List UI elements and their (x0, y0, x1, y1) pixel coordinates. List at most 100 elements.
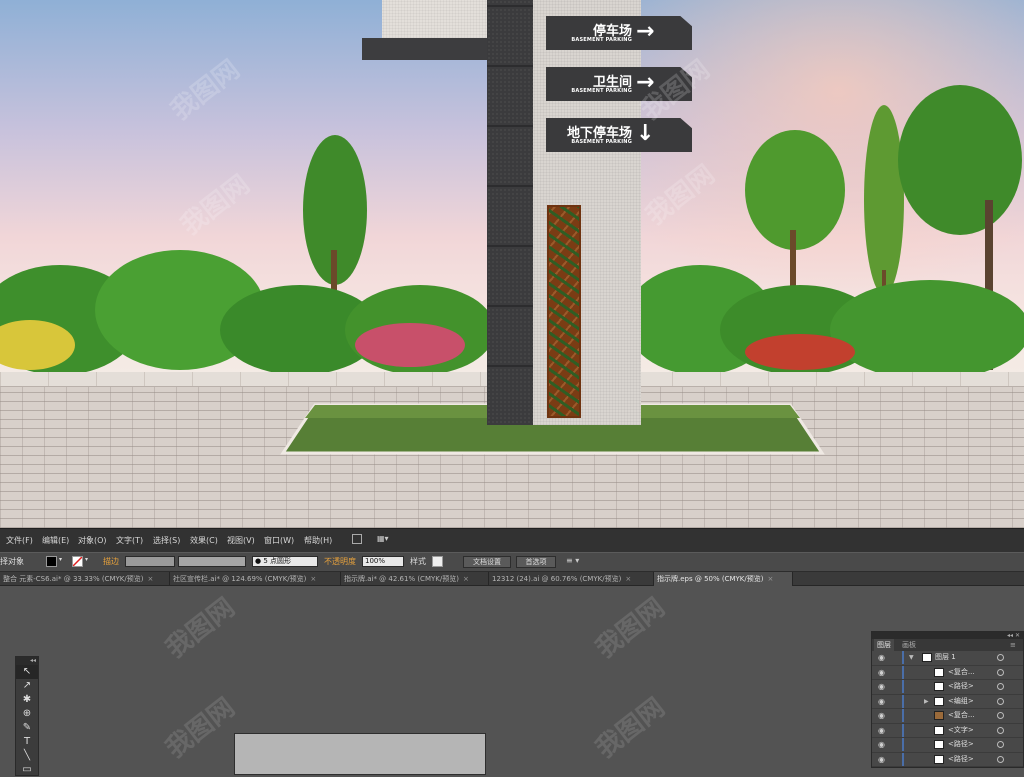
eye-icon[interactable]: ◉ (878, 651, 890, 664)
doc-tab[interactable]: 指示牌.ai* @ 42.61% (CMYK/预览) × (341, 572, 489, 586)
doc-tab-label: 指示牌.eps @ 50% (CMYK/预览) (657, 575, 764, 583)
doc-tab[interactable]: 12312 (24).ai @ 60.76% (CMYK/预览) × (489, 572, 654, 586)
expand-triangle-icon[interactable]: ▼ (909, 651, 914, 664)
eye-icon[interactable]: ◉ (878, 738, 890, 751)
layer-name[interactable]: <复合... (948, 666, 975, 679)
target-icon[interactable] (997, 712, 1004, 719)
graphic-style-swatch[interactable] (432, 556, 443, 567)
layer-name[interactable]: <路径> (948, 753, 974, 766)
menu-view[interactable]: 视图(V) (227, 535, 255, 546)
layer-row[interactable]: ◉ <复合... (872, 665, 1023, 680)
target-icon[interactable] (997, 697, 1004, 705)
fill-swatch[interactable] (46, 556, 57, 567)
preferences-button[interactable]: 首选项 (516, 556, 556, 568)
eye-icon[interactable]: ◉ (878, 680, 890, 693)
eye-icon[interactable]: ◉ (878, 666, 890, 679)
close-icon[interactable]: × (767, 575, 773, 583)
tab-artboards[interactable]: 画板 (902, 639, 916, 651)
variable-width-profile[interactable] (178, 556, 246, 567)
collapsed-triangle-icon[interactable]: ▶ (924, 695, 929, 708)
target-icon[interactable] (997, 741, 1004, 748)
sign-subtitle: BASEMENT PARKING (571, 139, 632, 145)
doc-tab-label: 整合 元素-CS6.ai* @ 33.33% (CMYK/预览) (3, 575, 144, 583)
layer-thumbnail (934, 754, 944, 764)
document-tabs: 整合 元素-CS6.ai* @ 33.33% (CMYK/预览) × 社区宣传栏.… (0, 572, 1024, 586)
close-icon[interactable]: × (147, 575, 153, 583)
transform-options-icon[interactable]: ≡ ▾ (566, 556, 579, 565)
panel-menu-icon[interactable]: ≡ (1010, 639, 1016, 651)
eye-icon[interactable]: ◉ (878, 695, 890, 708)
layer-row[interactable]: ◉ <复合... (872, 709, 1023, 724)
doc-tab-active[interactable]: 指示牌.eps @ 50% (CMYK/预览) × (654, 572, 793, 586)
no-stroke-icon (73, 557, 82, 566)
layer-row[interactable]: ◉ <路径> (872, 738, 1023, 753)
doc-tab-label: 指示牌.ai* @ 42.61% (CMYK/预览) (344, 575, 459, 583)
layer-name[interactable]: <路径> (948, 680, 974, 693)
menu-edit[interactable]: 编辑(E) (42, 535, 69, 546)
layer-row[interactable]: ◉ ▼ 图层 1 (872, 651, 1023, 666)
layer-color-bar (902, 665, 904, 679)
stroke-swatch[interactable] (72, 556, 83, 567)
type-tool-icon[interactable]: T (16, 735, 38, 749)
panel-collapse-icon[interactable]: ◂◂ ✕ (872, 632, 1023, 639)
menu-effect[interactable]: 效果(C) (190, 535, 218, 546)
artboard[interactable] (234, 733, 486, 775)
rectangle-tool-icon[interactable]: ▭ (16, 763, 38, 777)
arrange-documents-icon[interactable]: ▦▾ (377, 534, 391, 544)
signpost-arm (362, 38, 487, 60)
layer-name[interactable]: <文字> (948, 724, 974, 737)
menu-select[interactable]: 选择(S) (153, 535, 180, 546)
magic-wand-tool-icon[interactable]: ✱ (16, 693, 38, 707)
stroke-label[interactable]: 描边 (103, 556, 119, 567)
layer-row[interactable]: ◉ ▶ <编组> (872, 694, 1023, 709)
eye-icon[interactable]: ◉ (878, 724, 890, 737)
target-icon[interactable] (997, 668, 1004, 676)
layer-row[interactable]: ◉ <路径> (872, 752, 1023, 767)
target-icon[interactable] (997, 755, 1004, 763)
layer-name[interactable]: <编组> (948, 695, 974, 708)
stroke-weight-field[interactable] (125, 556, 175, 567)
tab-layers[interactable]: 图层 (874, 639, 894, 651)
lasso-tool-icon[interactable]: ⊕ (16, 707, 38, 721)
target-icon[interactable] (997, 654, 1004, 661)
opacity-label[interactable]: 不透明度 (324, 556, 356, 567)
layer-name[interactable]: <复合... (948, 709, 975, 722)
layer-thumbnail (934, 696, 944, 706)
close-icon[interactable]: × (463, 575, 469, 583)
bridge-icon[interactable] (352, 534, 362, 544)
layer-name[interactable]: 图层 1 (935, 651, 956, 664)
stroke-dropdown-icon[interactable]: ▾ (85, 556, 88, 563)
brush-definition-dropdown[interactable]: ● 5 点圆形 (252, 556, 318, 567)
menu-type[interactable]: 文字(T) (116, 535, 143, 546)
pen-tool-icon[interactable]: ✎ (16, 721, 38, 735)
menu-window[interactable]: 窗口(W) (264, 535, 294, 546)
doc-tab[interactable]: 社区宣传栏.ai* @ 124.69% (CMYK/预览) × (170, 572, 341, 586)
menu-help[interactable]: 帮助(H) (304, 535, 332, 546)
selection-tool-icon[interactable]: ↖ (16, 665, 38, 679)
document-setup-button[interactable]: 文档设置 (463, 556, 511, 568)
layer-name[interactable]: <路径> (948, 738, 974, 751)
doc-tab[interactable]: 整合 元素-CS6.ai* @ 33.33% (CMYK/预览) × (0, 572, 170, 586)
menu-object[interactable]: 对象(O) (78, 535, 107, 546)
decorative-lattice-panel (547, 205, 581, 418)
close-icon[interactable]: × (625, 575, 631, 583)
layer-row[interactable]: ◉ <文字> (872, 723, 1023, 738)
layer-row[interactable]: ◉ <路径> (872, 680, 1023, 695)
direct-selection-tool-icon[interactable]: ↗ (16, 679, 38, 693)
target-icon[interactable] (997, 726, 1004, 734)
sign-subtitle: BASEMENT PARKING (571, 37, 632, 43)
target-icon[interactable] (997, 683, 1004, 690)
close-icon[interactable]: × (310, 575, 316, 583)
doc-tab-label: 12312 (24).ai @ 60.76% (CMYK/预览) (492, 575, 622, 583)
eye-icon[interactable]: ◉ (878, 753, 890, 766)
opacity-field[interactable]: 100% (362, 556, 404, 567)
eye-icon[interactable]: ◉ (878, 709, 890, 722)
layer-thumbnail (922, 653, 932, 662)
layer-thumbnail (934, 667, 944, 677)
watermark: 我图网 (160, 592, 241, 665)
line-tool-icon[interactable]: ╲ (16, 749, 38, 763)
menu-file[interactable]: 文件(F) (6, 535, 33, 546)
layer-thumbnail (934, 682, 944, 691)
panel-collapse-icon[interactable]: ◂◂ (16, 657, 38, 665)
fill-dropdown-icon[interactable]: ▾ (59, 556, 62, 563)
